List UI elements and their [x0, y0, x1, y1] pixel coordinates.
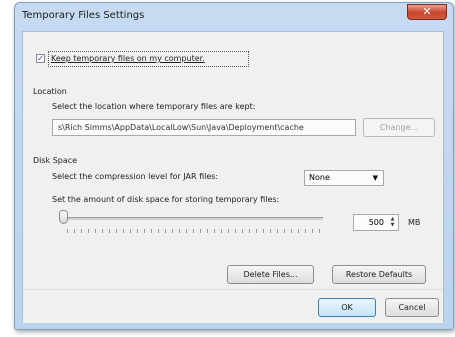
- disk-amount-value: 500: [368, 218, 384, 227]
- dialog-button-band: OK Cancel: [23, 289, 443, 323]
- window-title: Temporary Files Settings: [22, 10, 145, 21]
- disk-amount-label: Set the amount of disk space for storing…: [52, 195, 280, 204]
- keep-files-checkbox[interactable]: ✓: [36, 54, 45, 63]
- spin-down-icon[interactable]: ▼: [388, 222, 397, 228]
- chevron-down-icon: ▼: [372, 174, 378, 182]
- location-heading: Location: [33, 87, 67, 96]
- ok-button[interactable]: OK: [318, 298, 376, 317]
- temporary-files-settings-dialog: Temporary Files Settings ✕ ✓ Keep tempor…: [14, 2, 454, 330]
- keep-files-label[interactable]: Keep temporary files on my computer.: [51, 54, 205, 64]
- change-button[interactable]: Change...: [363, 118, 435, 137]
- disk-space-slider-thumb[interactable]: [59, 210, 68, 224]
- location-path-field[interactable]: s\Rich Simms\AppData\LocalLow\Sun\Java\D…: [52, 119, 356, 136]
- disk-amount-spinner[interactable]: 500 ▲ ▼: [353, 214, 399, 231]
- disk-space-heading: Disk Space: [33, 156, 78, 165]
- close-button[interactable]: ✕: [407, 4, 447, 20]
- close-icon: ✕: [422, 5, 432, 18]
- checkmark-icon: ✓: [37, 54, 44, 63]
- restore-defaults-button[interactable]: Restore Defaults: [332, 265, 426, 284]
- slider-ticks: [67, 229, 322, 233]
- spinner-buttons[interactable]: ▲ ▼: [388, 216, 397, 229]
- compression-select[interactable]: None ▼: [304, 170, 384, 186]
- disk-space-slider-track[interactable]: [63, 217, 323, 220]
- cancel-button[interactable]: Cancel: [385, 298, 439, 317]
- disk-amount-unit: MB: [408, 218, 421, 227]
- delete-files-button[interactable]: Delete Files...: [227, 265, 314, 284]
- compression-label: Select the compression level for JAR fil…: [52, 172, 219, 181]
- location-description: Select the location where temporary file…: [52, 102, 256, 111]
- compression-value: None: [309, 173, 330, 182]
- dialog-body: ✓ Keep temporary files on my computer. L…: [22, 31, 444, 323]
- title-bar[interactable]: Temporary Files Settings ✕: [15, 3, 453, 30]
